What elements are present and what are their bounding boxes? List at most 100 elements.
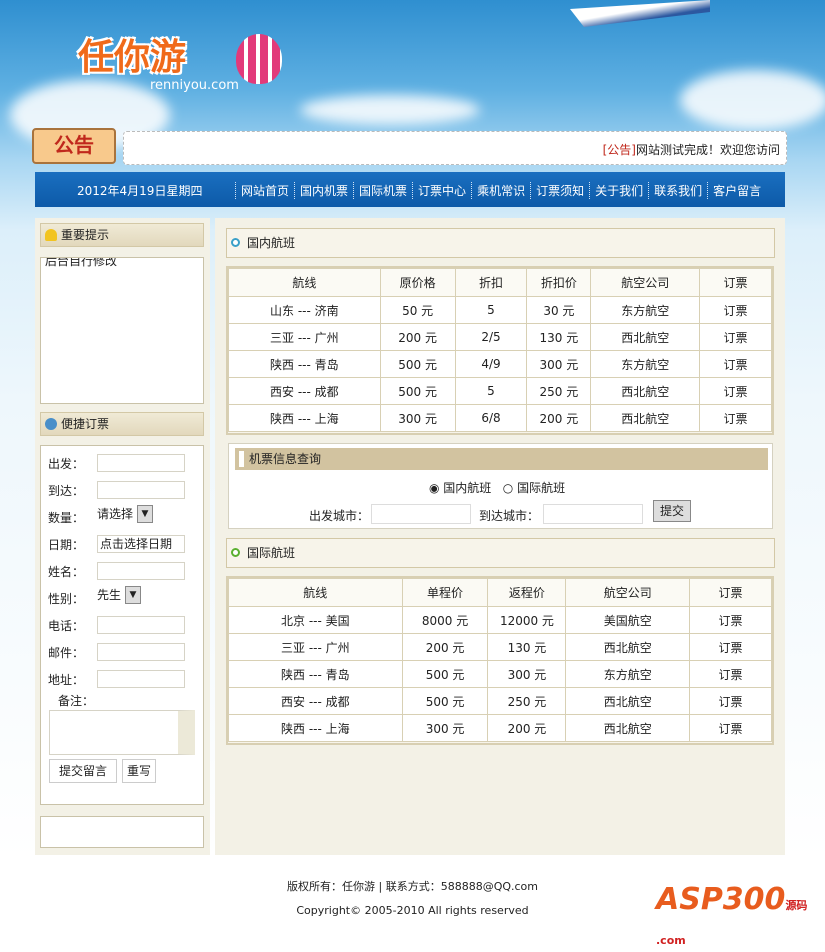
tips-box: 后台自行修改 bbox=[40, 257, 204, 404]
nav-domestic[interactable]: 国内机票 bbox=[294, 182, 353, 199]
to-input[interactable] bbox=[97, 481, 185, 499]
table-cell: 4/9 bbox=[454, 350, 528, 378]
name-label: 姓名： bbox=[48, 565, 85, 579]
phone-input[interactable] bbox=[97, 616, 185, 634]
column-header: 航空公司 bbox=[590, 268, 701, 297]
submit-message-button[interactable]: 提交留言 bbox=[49, 759, 117, 783]
table-header-row: 航线 原价格 折扣 折扣价 航空公司 订票 bbox=[228, 268, 772, 297]
table-cell: 500 元 bbox=[401, 660, 489, 688]
query-submit-button[interactable]: 提交 bbox=[653, 500, 691, 522]
table-header-row: 航线 单程价 返程价 航空公司 订票 bbox=[228, 578, 772, 607]
mail-input[interactable] bbox=[97, 643, 185, 661]
intl-title: 国际航班 bbox=[226, 538, 775, 568]
note-label: 备注： bbox=[58, 694, 95, 708]
book-ticket-link[interactable]: 订票 bbox=[699, 323, 772, 351]
site-logo[interactable]: 任你游 bbox=[78, 28, 186, 80]
gender-label: 性别： bbox=[48, 592, 85, 606]
cloud bbox=[300, 95, 480, 125]
book-ticket-link[interactable]: 订票 bbox=[689, 633, 772, 661]
table-cell: 三亚 --- 广州 bbox=[228, 633, 403, 661]
table-cell: 美国航空 bbox=[565, 606, 691, 634]
balloon-icon bbox=[236, 34, 282, 84]
qty-select[interactable]: 请选择 ▼ bbox=[97, 505, 154, 525]
column-header: 原价格 bbox=[379, 268, 456, 297]
logo-domain: renniyou.com bbox=[150, 78, 239, 93]
table-cell: 12000 元 bbox=[487, 606, 567, 634]
table-cell: 130 元 bbox=[526, 323, 592, 351]
book-ticket-link[interactable]: 订票 bbox=[689, 714, 772, 742]
book-ticket-link[interactable]: 订票 bbox=[689, 660, 772, 688]
table-row: 陕西 --- 青岛 500 元 300 元东方航空 订票 bbox=[228, 660, 772, 688]
nav-guestbook[interactable]: 客户留言 bbox=[707, 182, 766, 199]
book-ticket-link[interactable]: 订票 bbox=[699, 350, 772, 378]
name-input[interactable] bbox=[97, 562, 185, 580]
table-cell: 250 元 bbox=[487, 687, 567, 715]
table-cell: 200 元 bbox=[401, 633, 489, 661]
table-cell: 西北航空 bbox=[565, 633, 691, 661]
notice-sign: 公告 bbox=[32, 128, 116, 164]
table-row: 西安 --- 成都 500 元 5 250 元西北航空 订票 bbox=[228, 377, 772, 405]
table-cell: 300 元 bbox=[487, 660, 567, 688]
column-header: 单程价 bbox=[401, 578, 489, 607]
nav-flight-tips[interactable]: 乘机常识 bbox=[471, 182, 530, 199]
table-cell: 西北航空 bbox=[590, 323, 701, 351]
from-label: 出发： bbox=[48, 457, 85, 471]
book-ticket-link[interactable]: 订票 bbox=[699, 296, 772, 324]
table-row: 陕西 --- 上海 300 元 6/8 200 元西北航空 订票 bbox=[228, 404, 772, 432]
table-cell: 北京 --- 美国 bbox=[228, 606, 403, 634]
table-cell: 5 bbox=[454, 296, 528, 324]
date-input[interactable]: 点击选择日期 bbox=[97, 535, 185, 553]
booking-title: 便捷订票 bbox=[40, 412, 204, 436]
table-row: 三亚 --- 广州 200 元 2/5 130 元西北航空 订票 bbox=[228, 323, 772, 351]
nav-booking-notes[interactable]: 订票须知 bbox=[530, 182, 589, 199]
table-cell: 陕西 --- 青岛 bbox=[228, 350, 381, 378]
qty-label: 数量： bbox=[48, 511, 85, 525]
radio-international[interactable]: ○ 国际航班 bbox=[503, 481, 565, 495]
notice-text[interactable]: 网站测试完成！欢迎您访问 bbox=[636, 143, 780, 157]
chevron-down-icon: ▼ bbox=[125, 586, 142, 604]
table-cell: 250 元 bbox=[526, 377, 592, 405]
reset-button[interactable]: 重写 bbox=[122, 759, 156, 783]
radio-domestic-label: 国内航班 bbox=[443, 481, 492, 495]
gender-select[interactable]: 先生 ▼ bbox=[97, 586, 142, 606]
table-cell: 300 元 bbox=[401, 714, 489, 742]
plus-circle-icon bbox=[231, 238, 240, 247]
plus-circle-icon bbox=[231, 548, 240, 557]
table-cell: 130 元 bbox=[487, 633, 567, 661]
note-textarea[interactable] bbox=[49, 710, 195, 755]
table-row: 山东 --- 济南 50 元 5 30 元东方航空 订票 bbox=[228, 296, 772, 324]
book-ticket-link[interactable]: 订票 bbox=[699, 404, 772, 432]
nav-contact[interactable]: 联系我们 bbox=[648, 182, 707, 199]
addr-input[interactable] bbox=[97, 670, 185, 688]
table-cell: 300 元 bbox=[526, 350, 592, 378]
nav-about[interactable]: 关于我们 bbox=[589, 182, 648, 199]
book-ticket-link[interactable]: 订票 bbox=[689, 687, 772, 715]
table-cell: 6/8 bbox=[454, 404, 528, 432]
table-cell: 东方航空 bbox=[590, 350, 701, 378]
book-ticket-link[interactable]: 订票 bbox=[699, 377, 772, 405]
nav-home[interactable]: 网站首页 bbox=[235, 182, 294, 199]
column-header: 订票 bbox=[689, 578, 772, 607]
nav-international[interactable]: 国际机票 bbox=[353, 182, 412, 199]
book-ticket-link[interactable]: 订票 bbox=[689, 606, 772, 634]
table-cell: 东方航空 bbox=[590, 296, 701, 324]
nav-booking-center[interactable]: 订票中心 bbox=[412, 182, 471, 199]
table-cell: 8000 元 bbox=[401, 606, 489, 634]
to-city-input[interactable] bbox=[543, 504, 643, 524]
date-label: 日期： bbox=[48, 538, 85, 552]
intl-table: 航线 单程价 返程价 航空公司 订票 北京 --- 美国 8000 元 12000 元美国航空… bbox=[228, 578, 772, 742]
table-cell: 50 元 bbox=[379, 296, 456, 324]
from-city-input[interactable] bbox=[371, 504, 471, 524]
table-cell: 西北航空 bbox=[590, 377, 701, 405]
table-cell: 200 元 bbox=[526, 404, 592, 432]
radio-domestic[interactable]: ◉ 国内航班 bbox=[429, 481, 491, 495]
mail-label: 邮件： bbox=[48, 646, 85, 660]
table-cell: 500 元 bbox=[401, 687, 489, 715]
domestic-title: 国内航班 bbox=[226, 228, 775, 258]
table-cell: 西北航空 bbox=[565, 714, 691, 742]
table-cell: 西安 --- 成都 bbox=[228, 377, 381, 405]
table-row: 西安 --- 成都 500 元 250 元西北航空 订票 bbox=[228, 687, 772, 715]
table-cell: 200 元 bbox=[487, 714, 567, 742]
from-input[interactable] bbox=[97, 454, 185, 472]
domestic-table: 航线 原价格 折扣 折扣价 航空公司 订票 山东 --- 济南 50 元 5 30 元东方航空 订票… bbox=[228, 268, 772, 432]
